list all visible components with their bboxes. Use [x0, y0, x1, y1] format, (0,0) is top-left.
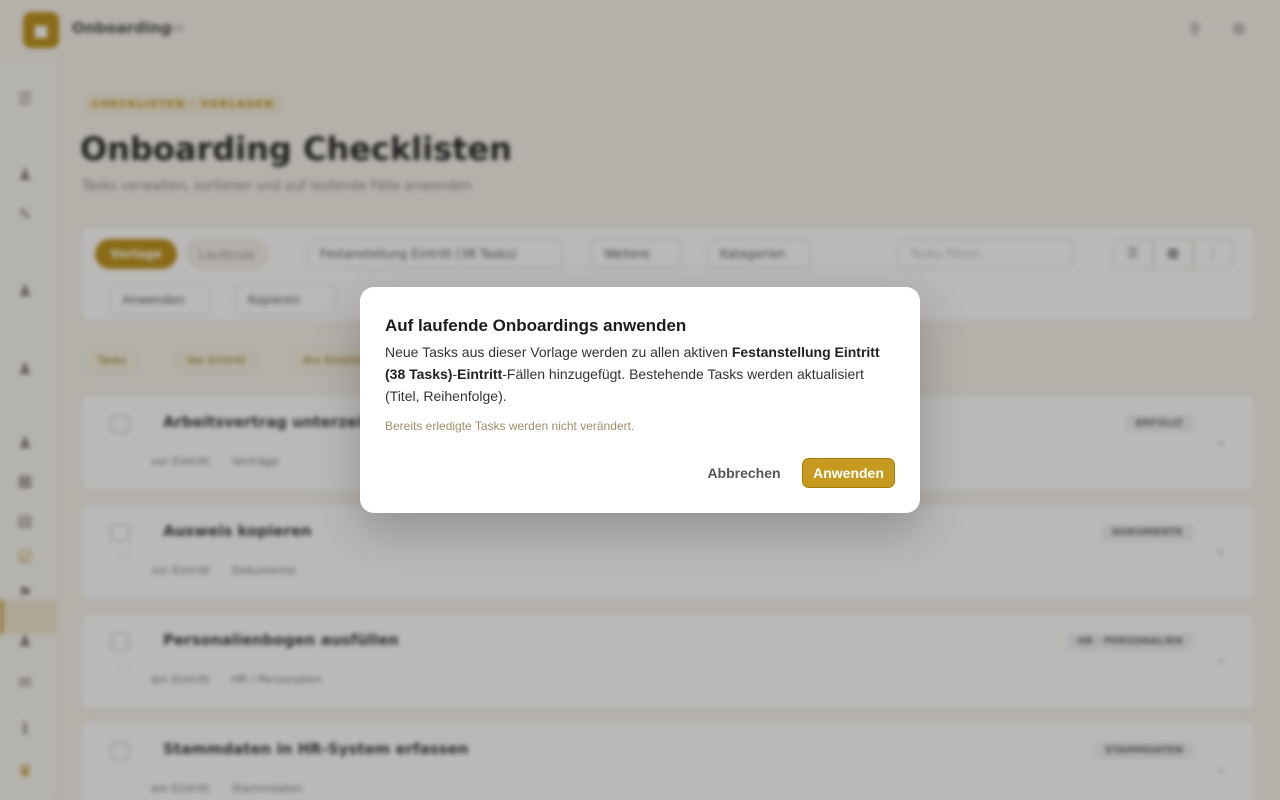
dialog-title: Auf laufende Onboardings anwenden [385, 316, 687, 335]
dialog-note: Bereits erledigte Tasks werden nicht ver… [385, 419, 635, 433]
dialog-body: Neue Tasks aus dieser Vorlage werden zu … [385, 341, 900, 407]
dialog-body-pre: Neue Tasks aus dieser Vorlage werden zu … [385, 344, 732, 360]
apply-button[interactable]: Anwenden [802, 458, 895, 488]
dialog-case-type: Eintritt [457, 366, 503, 382]
cancel-button[interactable]: Abbrechen [695, 458, 793, 488]
apply-dialog: Auf laufende Onboardings anwenden Neue T… [360, 287, 920, 513]
